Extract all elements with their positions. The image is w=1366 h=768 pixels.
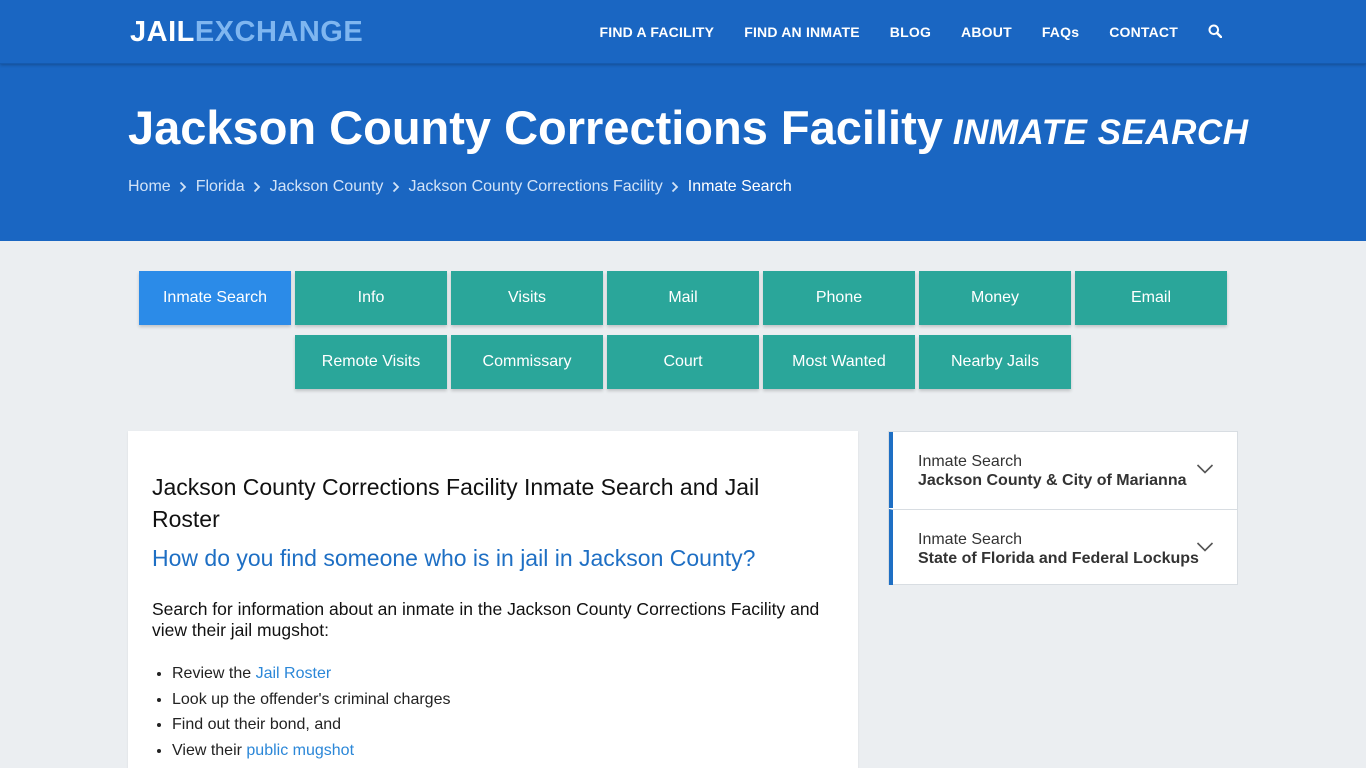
tab-inmate-search[interactable]: Inmate Search — [139, 271, 291, 325]
chevron-right-icon — [383, 178, 408, 196]
breadcrumb-home[interactable]: Home — [128, 178, 171, 196]
content-lead: Search for information about an inmate i… — [152, 599, 820, 640]
list-item: Review the Jail Roster — [172, 661, 450, 687]
breadcrumb-county[interactable]: Jackson County — [270, 178, 384, 196]
sidebar-item-county-search[interactable]: Inmate Search Jackson County & City of M… — [889, 432, 1238, 508]
breadcrumb: Home Florida Jackson County Jackson Coun… — [128, 178, 792, 196]
sidebar-item-sublabel: State of Florida and Federal Lockups — [918, 550, 1199, 567]
nav-about[interactable]: ABOUT — [961, 24, 1012, 40]
page-title: Jackson County Corrections Facility INMAT… — [128, 100, 1248, 161]
tab-phone[interactable]: Phone — [763, 271, 915, 325]
nav-contact[interactable]: CONTACT — [1109, 24, 1178, 40]
list-item-text: View their — [172, 741, 247, 759]
sidebar-item-label: Inmate Search — [918, 453, 1023, 470]
sidebar-accordion: Inmate Search Jackson County & City of M… — [888, 431, 1238, 585]
chevron-down-icon[interactable] — [1196, 462, 1214, 474]
sidebar-item-label: Inmate Search — [918, 531, 1023, 548]
page-title-main: Jackson County Corrections Facility — [128, 101, 943, 154]
list-item: Find out their bond, and — [172, 712, 450, 738]
list-item-text: Find out their bond, and — [172, 716, 342, 733]
content-list: Review the Jail Roster Look up the offen… — [172, 661, 450, 763]
content-card: Jackson County Corrections Facility Inma… — [128, 431, 858, 768]
tab-nearby-jails[interactable]: Nearby Jails — [919, 335, 1071, 389]
tab-commissary[interactable]: Commissary — [451, 335, 603, 389]
tab-row-2: Remote Visits Commissary Court Most Want… — [295, 335, 1075, 389]
public-mugshot-link[interactable]: public mugshot — [246, 742, 354, 759]
tab-email[interactable]: Email — [1075, 271, 1227, 325]
breadcrumb-florida[interactable]: Florida — [196, 178, 245, 196]
search-icon[interactable] — [1208, 24, 1224, 40]
tab-visits[interactable]: Visits — [451, 271, 603, 325]
page-title-subtitle: INMATE SEARCH — [952, 113, 1249, 152]
content-heading: Jackson County Corrections Facility Inma… — [152, 474, 760, 532]
tab-money[interactable]: Money — [919, 271, 1071, 325]
list-item: View their public mugshot — [172, 738, 450, 764]
hero-banner: Jackson County Corrections Facility INMAT… — [0, 64, 1366, 241]
content-question: How do you find someone who is in jail i… — [152, 545, 756, 571]
tab-remote-visits[interactable]: Remote Visits — [295, 335, 447, 389]
chevron-right-icon — [171, 178, 196, 196]
nav-faqs[interactable]: FAQs — [1042, 24, 1079, 40]
logo-part-jail: JAIL — [130, 16, 195, 48]
top-navbar: JAILEXCHANGE FIND A FACILITY FIND AN INM… — [0, 0, 1366, 64]
logo-part-exchange: EXCHANGE — [194, 16, 364, 48]
tab-most-wanted[interactable]: Most Wanted — [763, 335, 915, 389]
site-logo[interactable]: JAILEXCHANGE — [130, 15, 363, 49]
sidebar-item-sublabel: Jackson County & City of Marianna — [918, 472, 1187, 489]
nav-find-facility[interactable]: FIND A FACILITY — [599, 24, 714, 40]
list-item: Look up the offender's criminal charges — [172, 687, 450, 713]
nav-blog[interactable]: BLOG — [890, 24, 931, 40]
tab-court[interactable]: Court — [607, 335, 759, 389]
tab-info[interactable]: Info — [295, 271, 447, 325]
main-nav: FIND A FACILITY FIND AN INMATE BLOG ABOU… — [569, 0, 1224, 64]
chevron-down-icon[interactable] — [1196, 540, 1214, 552]
tab-mail[interactable]: Mail — [607, 271, 759, 325]
tab-row-1: Inmate Search Info Visits Mail Phone Mon… — [139, 271, 1231, 325]
jail-roster-link[interactable]: Jail Roster — [256, 665, 332, 682]
list-item-text: Look up the offender's criminal charges — [172, 690, 451, 708]
nav-find-inmate[interactable]: FIND AN INMATE — [744, 24, 860, 40]
chevron-right-icon — [663, 178, 688, 196]
list-item-text: Review the — [172, 665, 256, 682]
breadcrumb-current: Inmate Search — [687, 178, 792, 195]
chevron-right-icon — [245, 178, 270, 196]
breadcrumb-facility[interactable]: Jackson County Corrections Facility — [408, 178, 662, 196]
sidebar-item-state-search[interactable]: Inmate Search State of Florida and Feder… — [889, 509, 1238, 585]
